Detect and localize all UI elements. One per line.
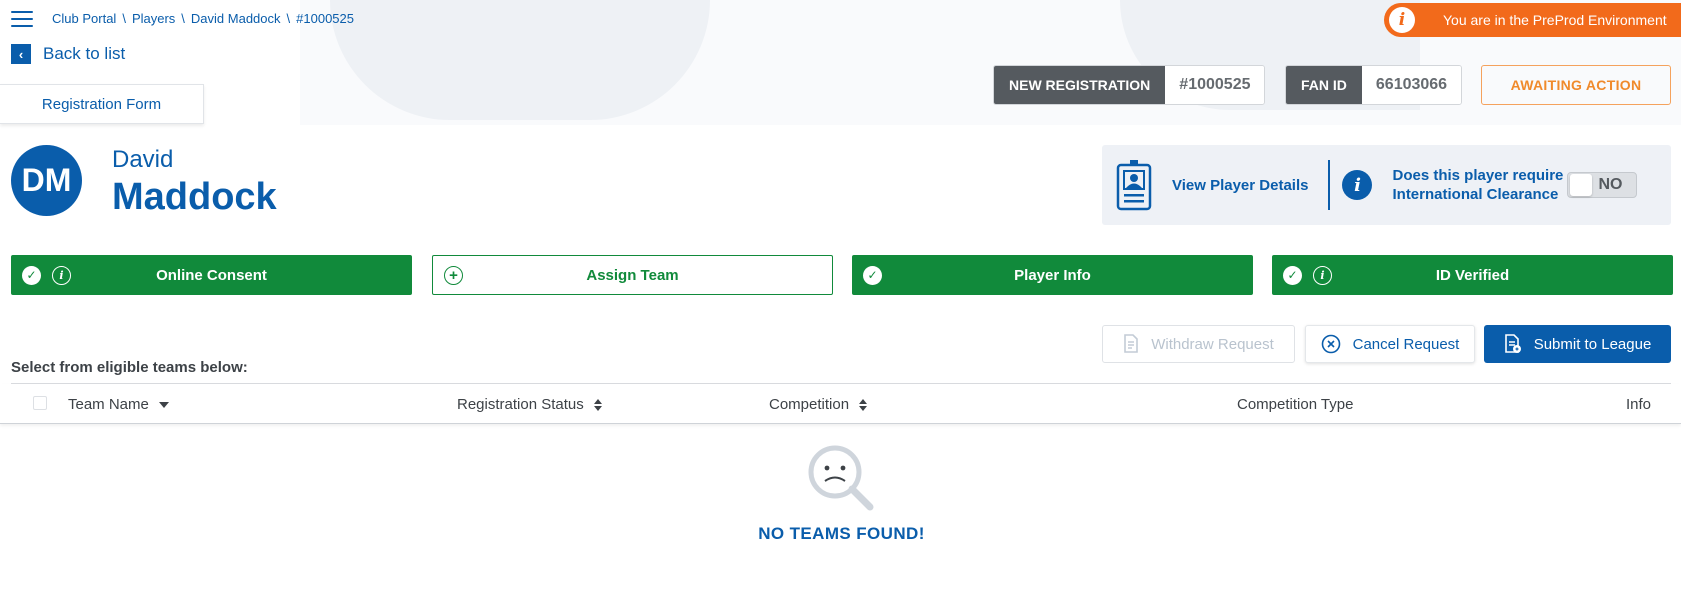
submit-to-league-label: Submit to League (1533, 335, 1652, 353)
info-icon: i (1342, 170, 1373, 200)
fan-id-label: FAN ID (1286, 66, 1362, 104)
fan-id-badge: FAN ID 66103066 (1285, 65, 1463, 105)
plus-icon: + (444, 265, 463, 285)
breadcrumb-club-portal[interactable]: Club Portal (52, 11, 116, 26)
step-label: Player Info (1014, 266, 1091, 284)
column-team-name[interactable]: Team Name (68, 396, 169, 413)
player-last-name: Maddock (112, 176, 277, 218)
avatar: DM (11, 145, 82, 216)
step-label: ID Verified (1435, 266, 1510, 284)
column-info: Info (1626, 396, 1651, 413)
document-icon (1124, 334, 1139, 353)
column-label: Team Name (68, 396, 149, 413)
back-to-list-label: Back to list (43, 44, 126, 63)
check-icon: ✓ (1283, 265, 1302, 285)
registration-id-badge: NEW REGISTRATION #1000525 (993, 65, 1266, 105)
player-actions-panel: View Player Details i Does this player r… (1102, 145, 1671, 225)
fan-id-value: 66103066 (1361, 66, 1462, 104)
column-label: Competition (769, 396, 850, 413)
menu-icon[interactable] (11, 11, 33, 27)
sad-search-icon (808, 445, 874, 511)
watermark-shape (330, 0, 710, 120)
registration-id-value: #1000525 (1165, 66, 1265, 104)
column-competition[interactable]: Competition (769, 396, 868, 413)
view-player-details-link[interactable]: View Player Details (1172, 177, 1308, 194)
registration-type-label: NEW REGISTRATION (994, 66, 1166, 104)
info-icon[interactable]: i (52, 265, 71, 285)
step-label: Online Consent (156, 266, 267, 284)
breadcrumb-player[interactable]: David Maddock (191, 11, 281, 26)
step-assign-team[interactable]: + Assign Team (432, 255, 833, 295)
check-icon: ✓ (22, 265, 41, 285)
chevron-left-icon: ‹ (11, 44, 31, 64)
breadcrumb-separator: \ (181, 11, 185, 26)
eligible-teams-prompt: Select from eligible teams below: (11, 359, 248, 376)
column-competition-type: Competition Type (1237, 396, 1353, 413)
player-first-name: David (112, 146, 174, 173)
info-icon: i (1389, 7, 1415, 33)
toggle-value: NO (1598, 176, 1623, 193)
cancel-request-label: Cancel Request (1352, 335, 1460, 353)
sort-icon (593, 398, 602, 411)
withdraw-request-label: Withdraw Request (1151, 335, 1274, 353)
withdraw-request-button[interactable]: Withdraw Request (1102, 325, 1295, 363)
id-badge-icon[interactable] (1116, 159, 1152, 211)
step-id-verified[interactable]: ✓ i ID Verified (1272, 255, 1673, 295)
sort-desc-icon (158, 401, 169, 408)
breadcrumb-separator: \ (286, 11, 291, 26)
breadcrumb-separator: \ (122, 11, 126, 26)
select-all-checkbox[interactable] (33, 396, 47, 410)
tab-registration-form[interactable]: Registration Form (0, 84, 204, 124)
teams-table-header: Team Name Registration Status Competitio… (0, 384, 1681, 424)
info-icon[interactable]: i (1313, 265, 1332, 285)
international-clearance-question: Does this player require International C… (1392, 167, 1564, 203)
step-online-consent[interactable]: ✓ i Online Consent (11, 255, 412, 295)
document-icon (1504, 334, 1521, 353)
breadcrumb: Club Portal \ Players \ David Maddock \ … (52, 11, 354, 26)
empty-state-message: NO TEAMS FOUND! (758, 524, 925, 543)
sort-icon (859, 398, 868, 411)
step-player-info[interactable]: ✓ Player Info (852, 255, 1253, 295)
back-to-list-link[interactable]: ‹ Back to list (11, 44, 125, 64)
column-registration-status[interactable]: Registration Status (457, 396, 602, 413)
cancel-request-button[interactable]: Cancel Request (1305, 325, 1475, 363)
environment-text: You are in the PreProd Environment (1443, 12, 1667, 28)
environment-banner: i You are in the PreProd Environment (1384, 3, 1681, 37)
international-clearance-toggle[interactable]: NO (1567, 172, 1638, 198)
breadcrumb-players[interactable]: Players (132, 11, 175, 26)
submit-to-league-button[interactable]: Submit to League (1484, 325, 1671, 363)
check-icon: ✓ (863, 265, 882, 285)
close-circle-icon (1321, 334, 1340, 354)
step-label: Assign Team (586, 266, 679, 284)
status-badge: AWAITING ACTION (1481, 65, 1671, 105)
column-label: Registration Status (457, 396, 584, 413)
column-label: Competition Type (1237, 396, 1354, 413)
column-label: Info (1626, 396, 1652, 413)
panel-divider (1328, 160, 1331, 210)
breadcrumb-registration-id: #1000525 (296, 11, 354, 26)
toggle-knob (1570, 174, 1593, 196)
